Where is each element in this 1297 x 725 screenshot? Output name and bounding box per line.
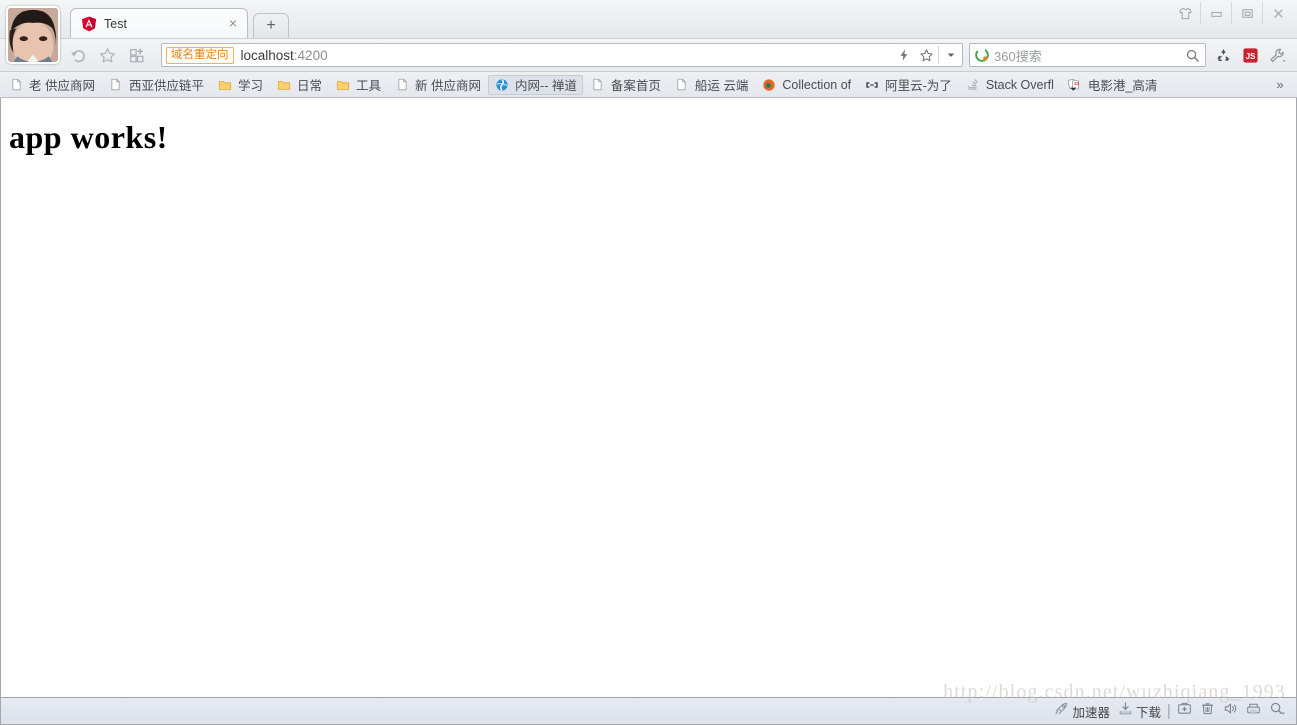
svg-text:21: 21 [1074, 81, 1079, 86]
page-icon [590, 77, 606, 93]
bookmark-label: 阿里云-为了 [885, 79, 952, 93]
rocket-icon [1054, 701, 1069, 721]
status-separator [1168, 703, 1170, 719]
page-icon [674, 77, 690, 93]
bookmark-item[interactable]: 新 供应商网 [388, 75, 487, 95]
bookmark-label: Collection of [782, 77, 852, 92]
status-mute[interactable] [1219, 700, 1242, 722]
aliyun-icon [864, 77, 880, 93]
close-icon[interactable] [1262, 2, 1293, 24]
cards-icon: 21 [1067, 77, 1083, 93]
speaker-icon [1223, 701, 1238, 721]
window-controls [1170, 0, 1293, 26]
bookmark-label: 日常 [297, 79, 323, 93]
medkit-icon [1177, 701, 1192, 721]
bookmark-item[interactable]: 西亚供应链平 [102, 75, 210, 95]
lightning-icon[interactable] [893, 44, 915, 66]
bookmark-label: 工具 [356, 79, 382, 93]
js-badge-icon[interactable]: JS [1237, 42, 1264, 68]
address-bar[interactable]: 域名重定向 localhost:4200 [161, 43, 963, 67]
navigation-toolbar: 域名重定向 localhost:4200 360搜索 JS [0, 38, 1297, 72]
trash-icon [1200, 701, 1215, 721]
status-accelerator[interactable]: 加速器 [1050, 700, 1114, 722]
tab-title: Test [104, 16, 127, 31]
bookmark-folder[interactable]: 日常 [270, 75, 328, 95]
globe-icon [494, 77, 510, 93]
undo-arrow-icon[interactable] [64, 42, 93, 68]
bookmark-item[interactable]: Collection of [755, 75, 857, 95]
bookmark-label: 西亚供应链平 [128, 79, 204, 93]
status-screenshot[interactable] [1242, 700, 1265, 722]
stackoverflow-icon [965, 77, 981, 93]
bookmark-folder[interactable]: 工具 [329, 75, 387, 95]
bookmark-folder[interactable]: 学习 [211, 75, 269, 95]
bookmark-item[interactable]: 内网-- 禅道 [488, 74, 583, 95]
zoom-icon [1269, 701, 1286, 721]
url-host: localhost [240, 47, 294, 63]
url-redirect-badge: 域名重定向 [166, 46, 234, 64]
tab-close-icon[interactable]: × [225, 15, 241, 32]
status-download[interactable]: 下载 [1114, 700, 1165, 722]
bookmark-label: Stack Overfl [985, 77, 1054, 92]
bookmark-label: 新 供应商网 [415, 79, 482, 93]
page-content: app works! [0, 98, 1297, 697]
bookmark-label: 备案首页 [610, 79, 661, 93]
page-title: app works! [9, 119, 168, 155]
bookmark-label: 电影港_高清 [1087, 79, 1158, 93]
new-tab-button[interactable]: + [253, 13, 289, 38]
avatar-photo-icon [8, 8, 58, 62]
browser-window: Test × + 域名重定向 localhost:4200 360搜索 JS 老… [0, 0, 1297, 725]
folder-icon [217, 77, 233, 93]
status-cleanup[interactable] [1196, 700, 1219, 722]
bookmark-item[interactable]: 备案首页 [584, 75, 667, 95]
bookmark-item[interactable]: 老 供应商网 [2, 75, 101, 95]
page-icon [108, 77, 124, 93]
tab-strip: Test × + [0, 0, 1297, 64]
minimize-icon[interactable] [1200, 2, 1231, 24]
search-box[interactable]: 360搜索 [969, 43, 1206, 67]
page-icon [8, 77, 24, 93]
status-bar: http://blog.csdn.net/wuzhiqiang_1993 加速器 [0, 681, 1297, 725]
folder-icon [335, 77, 351, 93]
angular-icon [81, 16, 97, 32]
magnifier-icon[interactable] [1179, 44, 1205, 66]
bookmark-item[interactable]: Stack Overfl [959, 75, 1060, 95]
star-outline-icon[interactable] [915, 44, 937, 66]
svg-text:JS: JS [1246, 51, 1256, 60]
chevron-down-icon[interactable] [940, 44, 962, 66]
restore-icon[interactable] [1231, 2, 1262, 24]
recycle-icon[interactable] [1210, 42, 1237, 68]
theme-shirt-icon[interactable] [1170, 2, 1200, 24]
bookmark-label: 内网-- 禅道 [515, 79, 577, 93]
address-separator [938, 46, 939, 64]
url-port: :4200 [293, 47, 328, 63]
folder-icon [276, 77, 292, 93]
search-input[interactable]: 360搜索 [994, 46, 1179, 65]
page-icon [394, 77, 410, 93]
bookmark-item[interactable]: 21 电影港_高清 [1061, 75, 1163, 95]
status-label: 下载 [1135, 705, 1161, 720]
bookmark-label: 船运 云端 [694, 79, 749, 93]
star-icon[interactable] [93, 42, 122, 68]
bookmarks-bar: 老 供应商网 西亚供应链平 学习 日常 工具 新 供应商网 内网-- 禅道 备案… [0, 72, 1297, 98]
tab-test[interactable]: Test × [70, 8, 248, 38]
bookmarks-overflow-button[interactable]: » [1269, 75, 1291, 94]
bookmark-item[interactable]: 船运 云端 [668, 75, 754, 95]
firefox-icon [761, 77, 777, 93]
download-icon [1118, 701, 1133, 721]
status-zoom[interactable] [1265, 700, 1290, 722]
bookmark-label: 学习 [238, 79, 264, 93]
status-adblock[interactable] [1173, 700, 1196, 722]
url-text: localhost:4200 [241, 48, 894, 63]
wrench-icon[interactable] [1264, 42, 1291, 68]
avatar[interactable] [6, 6, 60, 64]
bookmark-item[interactable]: 阿里云-为了 [858, 75, 958, 95]
apps-grid-icon[interactable] [122, 42, 151, 68]
screenshot-icon [1246, 701, 1261, 721]
360-search-icon [970, 44, 994, 66]
bookmark-label: 老 供应商网 [29, 79, 95, 93]
status-label: 加速器 [1072, 705, 1110, 720]
